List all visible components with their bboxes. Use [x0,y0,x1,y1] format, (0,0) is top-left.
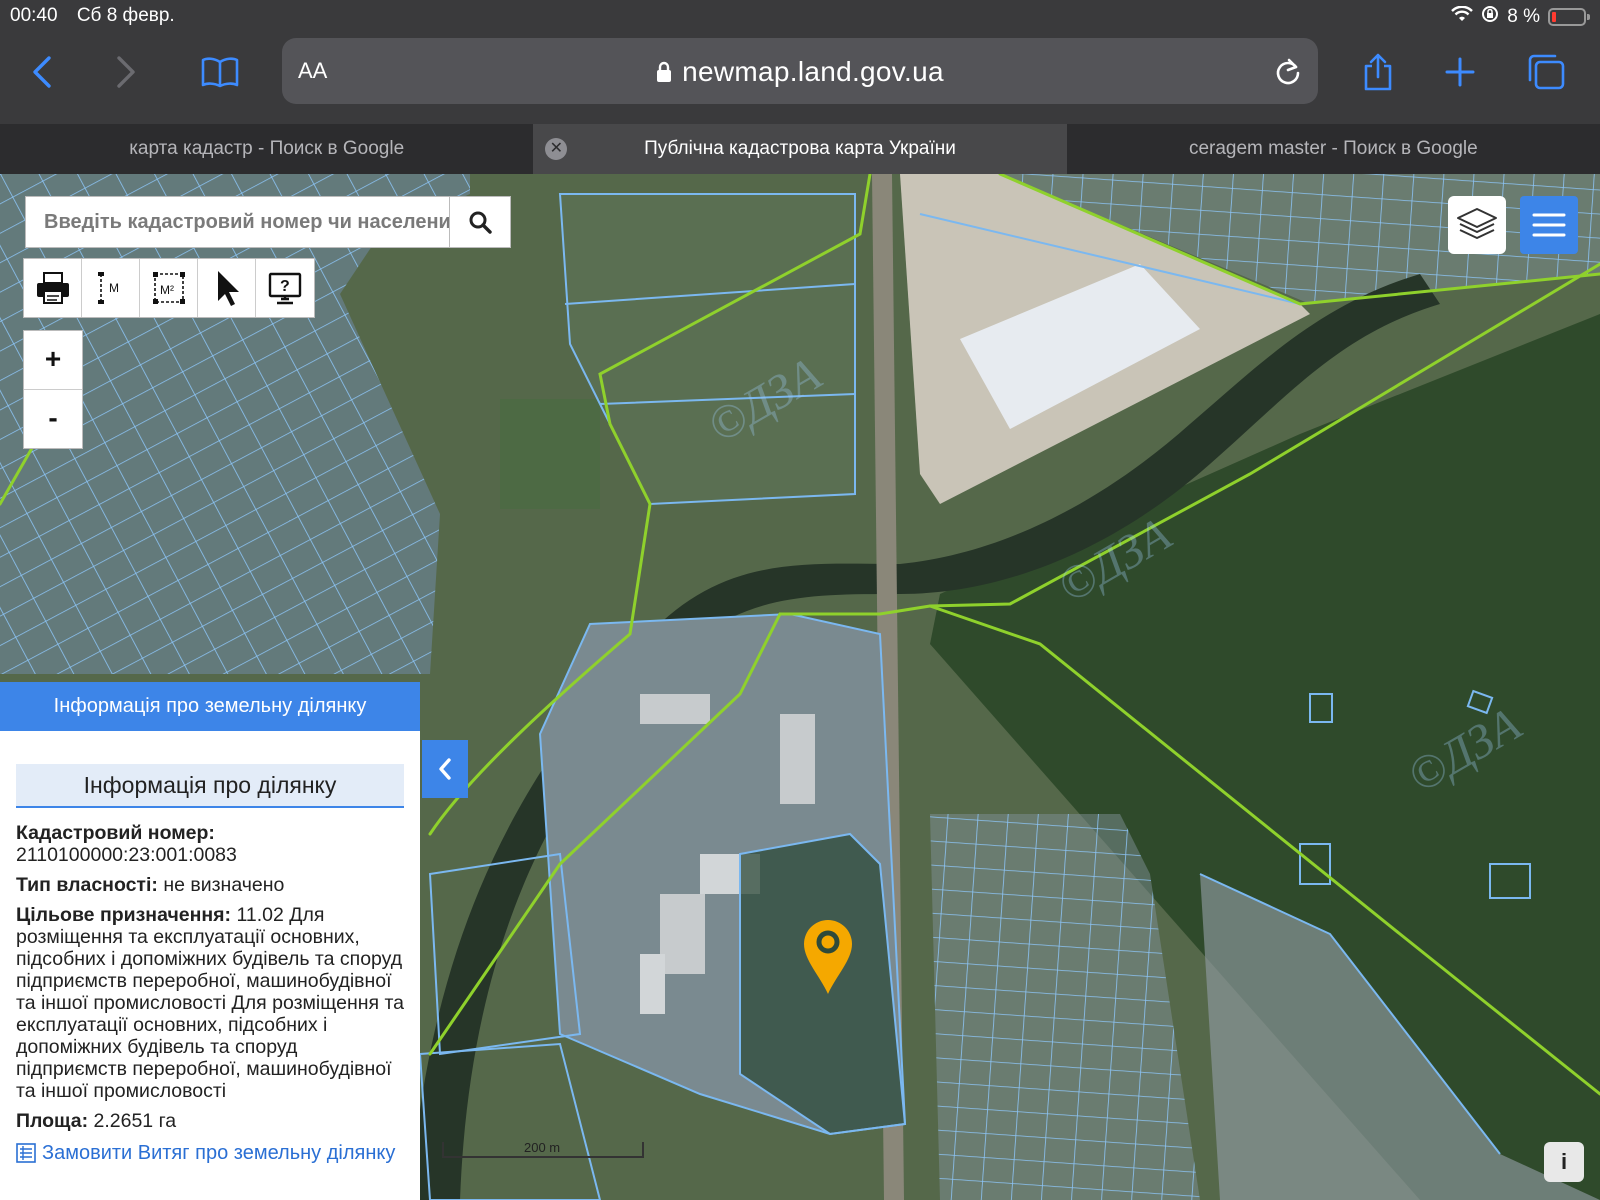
status-bar: 00:40 Сб 8 февр. 8 % [0,0,1600,32]
map-tools: M M² ? [23,258,315,318]
help-button[interactable]: ? [256,259,314,317]
printer-icon [36,272,69,304]
chevron-right-icon [117,56,135,88]
tabs-overview-button[interactable] [1524,50,1568,94]
reload-icon[interactable] [1274,56,1302,91]
bookmarks-button[interactable] [198,50,242,94]
document-list-icon [16,1143,36,1163]
collapse-panel-button[interactable] [422,740,468,798]
location-marker[interactable] [802,918,854,1001]
tab-cadastral-map[interactable]: ✕ Публічна кадастрова карта України [533,124,1067,174]
order-extract-link[interactable]: Замовити Витяг про земельну ділянку [16,1142,404,1164]
tab-title: карта кадастр - Поиск в Google [129,138,405,159]
url-text: newmap.land.gov.ua [682,56,944,87]
svg-text:?: ? [280,278,290,295]
layers-icon [1457,208,1497,239]
parcel-info-panel: Інформація про земельну ділянку Інформац… [0,682,420,1200]
tab-title: Публічна кадастрова карта України [644,138,956,159]
plus-icon [1445,57,1475,87]
chevron-left-icon [439,758,451,780]
select-tool-button[interactable] [198,259,256,317]
area-label: Площа: [16,1110,89,1132]
panel-header: Інформація про земельну ділянку [0,682,420,731]
back-button[interactable] [20,50,64,94]
measure-distance-button[interactable]: M [82,259,140,317]
zoom-in-button[interactable]: + [24,331,82,389]
lock-icon [656,58,672,90]
address-bar[interactable]: AA newmap.land.gov.ua [282,38,1318,104]
map-pin-icon [804,920,852,994]
book-icon [201,57,239,88]
status-date: Сб 8 февр. [76,5,175,26]
chevron-left-icon [33,56,51,88]
battery-icon [1548,8,1590,26]
share-icon [1364,53,1392,91]
search-input[interactable] [26,197,449,247]
menu-button[interactable] [1520,196,1578,254]
parcel-details: Кадастровий номер: 2110100000:23:001:008… [0,808,420,1164]
measure-area-button[interactable]: M² [140,259,198,317]
measure-area-label: M² [160,283,174,297]
cadastral-number-label: Кадастровий номер: [16,822,215,844]
ownership-label: Тип власності: [16,874,158,896]
area-value: 2.2651 га [88,1110,177,1132]
tab-google-cadastre[interactable]: карта кадастр - Поиск в Google [0,124,533,174]
panel-subheader: Інформація про ділянку [16,764,404,808]
measure-line-label: M [109,281,119,295]
ownership-value: не визначено [157,874,285,896]
help-monitor-icon: ? [268,272,302,305]
search-icon [469,211,492,234]
purpose-value: 11.02 Для розміщення та експлуатації осн… [16,904,405,1102]
status-time: 00:40 [10,5,58,26]
purpose-row: Цільове призначення: 11.02 Для розміщенн… [16,904,404,1102]
cadastral-map[interactable]: ©ДЗА ©ДЗА ©ДЗА M M² ? + - [0,174,1600,1200]
purpose-label: Цільове призначення: [16,904,232,926]
order-extract-label: Замовити Витяг про земельну ділянку [42,1142,396,1164]
scale-label: 200 m [524,1140,561,1155]
ownership-row: Тип власності: не визначено [16,874,404,896]
forward-button[interactable] [104,50,148,94]
cadastral-number-row: Кадастровий номер: 2110100000:23:001:008… [16,822,404,866]
tabs-icon [1528,54,1565,90]
print-button[interactable] [24,259,82,317]
new-tab-button[interactable] [1438,50,1482,94]
layers-button[interactable] [1448,196,1506,254]
wifi-icon [1451,5,1474,28]
measure-area-icon: M² [152,272,185,304]
measure-line-icon: M [97,272,119,304]
info-button[interactable]: i [1544,1142,1584,1182]
orientation-lock-icon [1481,5,1499,29]
hamburger-icon [1532,213,1566,237]
browser-toolbar: AA newmap.land.gov.ua [0,32,1600,124]
tab-title: ceragem master - Поиск в Google [1188,138,1478,159]
zoom-control: + - [23,330,83,449]
zoom-out-button[interactable]: - [24,389,82,448]
area-row: Площа: 2.2651 га [16,1110,404,1132]
close-tab-icon[interactable]: ✕ [545,138,568,160]
cadastral-number-value: 2110100000:23:001:0083 [16,844,237,866]
tab-google-ceragem[interactable]: ceragem master - Поиск в Google [1067,124,1600,174]
share-button[interactable] [1356,50,1400,94]
scale-bar: 200 m [442,1140,644,1158]
tab-bar: карта кадастр - Поиск в Google ✕ Публічн… [0,124,1600,174]
cursor-arrow-icon [217,271,239,306]
search-button[interactable] [449,197,510,247]
cadastral-search [25,196,511,248]
battery-percent: 8 % [1507,6,1540,27]
